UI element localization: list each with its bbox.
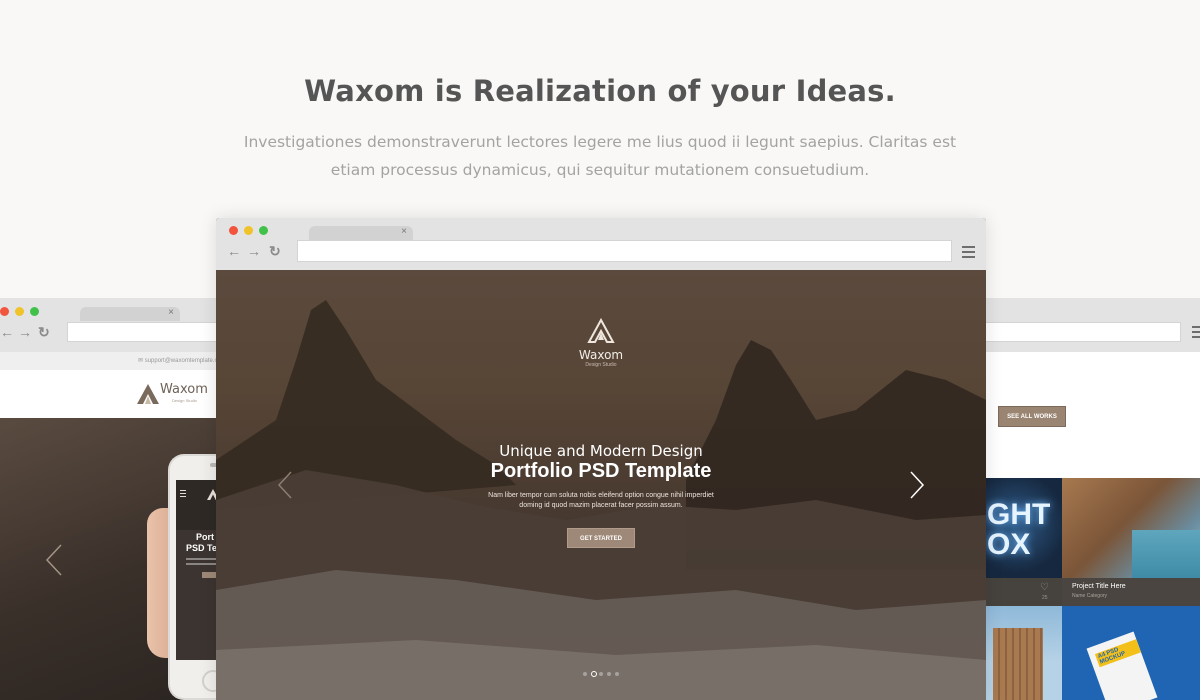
tile-caption: ♡ 25 bbox=[985, 578, 1062, 606]
hero-slider: Waxom Design Studio Unique and Modern De… bbox=[216, 270, 986, 700]
site-logo-text[interactable]: Waxom bbox=[160, 382, 208, 397]
phone-hero-title-1: Port bbox=[196, 532, 214, 542]
browser-tab[interactable]: × bbox=[80, 307, 180, 321]
section-title: Waxom is Realization of your Ideas. bbox=[304, 74, 896, 108]
reload-icon[interactable]: ↻ bbox=[269, 243, 281, 260]
hero-description: Nam liber tempor cum soluta nobis eleife… bbox=[486, 491, 716, 511]
site-header: Waxom Design Studio bbox=[0, 370, 230, 418]
tab-close-icon[interactable]: × bbox=[401, 226, 407, 237]
browser-chrome: × ← → ↻ bbox=[0, 298, 230, 352]
email-icon: ✉ bbox=[138, 358, 145, 364]
portfolio-tile-building[interactable] bbox=[985, 606, 1062, 700]
portfolio-tile-lightbox[interactable]: GHT OX bbox=[985, 478, 1062, 578]
close-dot-icon[interactable] bbox=[229, 226, 238, 235]
waxom-logo-icon bbox=[137, 384, 159, 404]
main-browser-mockup: × ← → ↻ Waxom Design Studio Unique and M… bbox=[216, 218, 986, 700]
maximize-dot-icon[interactable] bbox=[259, 226, 268, 235]
browser-chrome: × ← → ↻ bbox=[216, 218, 986, 270]
minimize-dot-icon bbox=[15, 307, 24, 316]
address-bar[interactable] bbox=[985, 322, 1181, 342]
reload-icon[interactable]: ↻ bbox=[38, 324, 50, 341]
hero-title: Portfolio PSD Template bbox=[490, 460, 712, 482]
slider-pagination bbox=[583, 670, 623, 680]
site-logo-tagline: Design Studio bbox=[172, 398, 197, 403]
section-description-line-2: etiam processus dynamicus, qui sequitur … bbox=[330, 161, 870, 179]
project-title[interactable]: Project Title Here bbox=[1072, 583, 1126, 590]
section-description: Investigationes demonstraverunt lectores… bbox=[230, 128, 970, 184]
slider-dot[interactable] bbox=[599, 672, 603, 676]
hero-logo-icon bbox=[587, 318, 615, 343]
tile-sea bbox=[1132, 530, 1200, 578]
browser-chrome bbox=[985, 298, 1200, 352]
back-arrow-icon[interactable]: ← bbox=[227, 243, 241, 259]
slider-dot[interactable] bbox=[615, 672, 619, 676]
forward-arrow-icon[interactable]: → bbox=[247, 243, 261, 259]
hero-heading: Unique and Modern Design bbox=[499, 442, 703, 460]
phone-menu-icon[interactable] bbox=[180, 490, 186, 497]
right-browser-mockup: SEE ALL WORKS GHT OX ♡ 25 Project Title … bbox=[985, 298, 1200, 700]
back-arrow-icon[interactable]: ← bbox=[0, 324, 14, 340]
heart-icon[interactable]: ♡ bbox=[1040, 582, 1049, 593]
minimize-dot-icon[interactable] bbox=[244, 226, 253, 235]
slider-dot[interactable] bbox=[591, 671, 597, 677]
slider-dot[interactable] bbox=[607, 672, 611, 676]
hero-description-line-1: Nam liber tempor cum soluta nobis eleife… bbox=[488, 492, 714, 499]
browser-tab[interactable]: × bbox=[309, 226, 413, 240]
tile-building bbox=[993, 628, 1043, 700]
likes-count: 25 bbox=[1042, 595, 1048, 601]
slider-dot[interactable] bbox=[583, 672, 587, 676]
menu-icon[interactable] bbox=[1192, 326, 1200, 341]
menu-icon[interactable] bbox=[962, 246, 975, 261]
tile-text-1: GHT bbox=[987, 498, 1051, 531]
forward-arrow-icon[interactable]: → bbox=[18, 324, 32, 340]
tile-caption: Project Title Here Name Category bbox=[1062, 578, 1200, 606]
address-bar[interactable] bbox=[67, 322, 230, 342]
see-all-works-button[interactable]: SEE ALL WORKS bbox=[998, 406, 1066, 427]
portfolio-tile-mockup[interactable]: A4 PSD MOCKUP bbox=[1062, 606, 1200, 700]
get-started-button[interactable]: GET STARTED bbox=[567, 528, 635, 548]
address-bar[interactable] bbox=[297, 240, 952, 262]
tile-paper: A4 PSD MOCKUP bbox=[1086, 631, 1158, 700]
tab-close-icon[interactable]: × bbox=[168, 307, 174, 318]
hero-brand-name[interactable]: Waxom bbox=[551, 348, 651, 362]
portfolio-tile-rocks[interactable] bbox=[1062, 478, 1200, 578]
tile-text-2: OX bbox=[987, 528, 1031, 561]
site-topbar: ✉ support@waxomtemplate.com bbox=[0, 352, 230, 370]
hero-brand-tagline: Design Studio bbox=[585, 362, 617, 368]
prev-slide-arrow-icon[interactable] bbox=[44, 543, 64, 577]
hero-description-line-2: doming id quod mazim placerat facer poss… bbox=[519, 502, 683, 509]
maximize-dot-icon bbox=[30, 307, 39, 316]
support-email[interactable]: support@waxomtemplate.com bbox=[145, 358, 226, 364]
close-dot-icon bbox=[0, 307, 9, 316]
section-description-line-1: Investigationes demonstraverunt lectores… bbox=[243, 133, 957, 151]
mockup-label: A4 PSD MOCKUP bbox=[1094, 639, 1142, 668]
project-category: Name Category bbox=[1072, 593, 1108, 599]
